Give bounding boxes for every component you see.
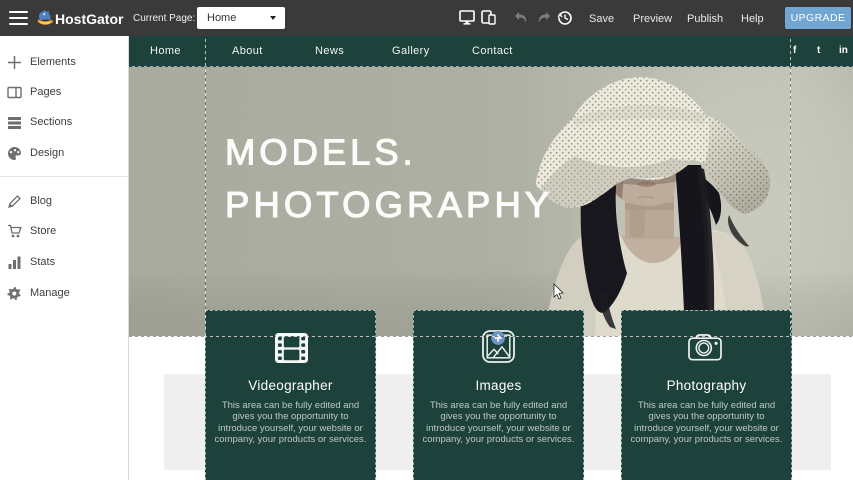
svg-text:MODELS.: MODELS. bbox=[225, 132, 417, 173]
svg-text:PHOTOGRAPHY: PHOTOGRAPHY bbox=[225, 184, 553, 225]
